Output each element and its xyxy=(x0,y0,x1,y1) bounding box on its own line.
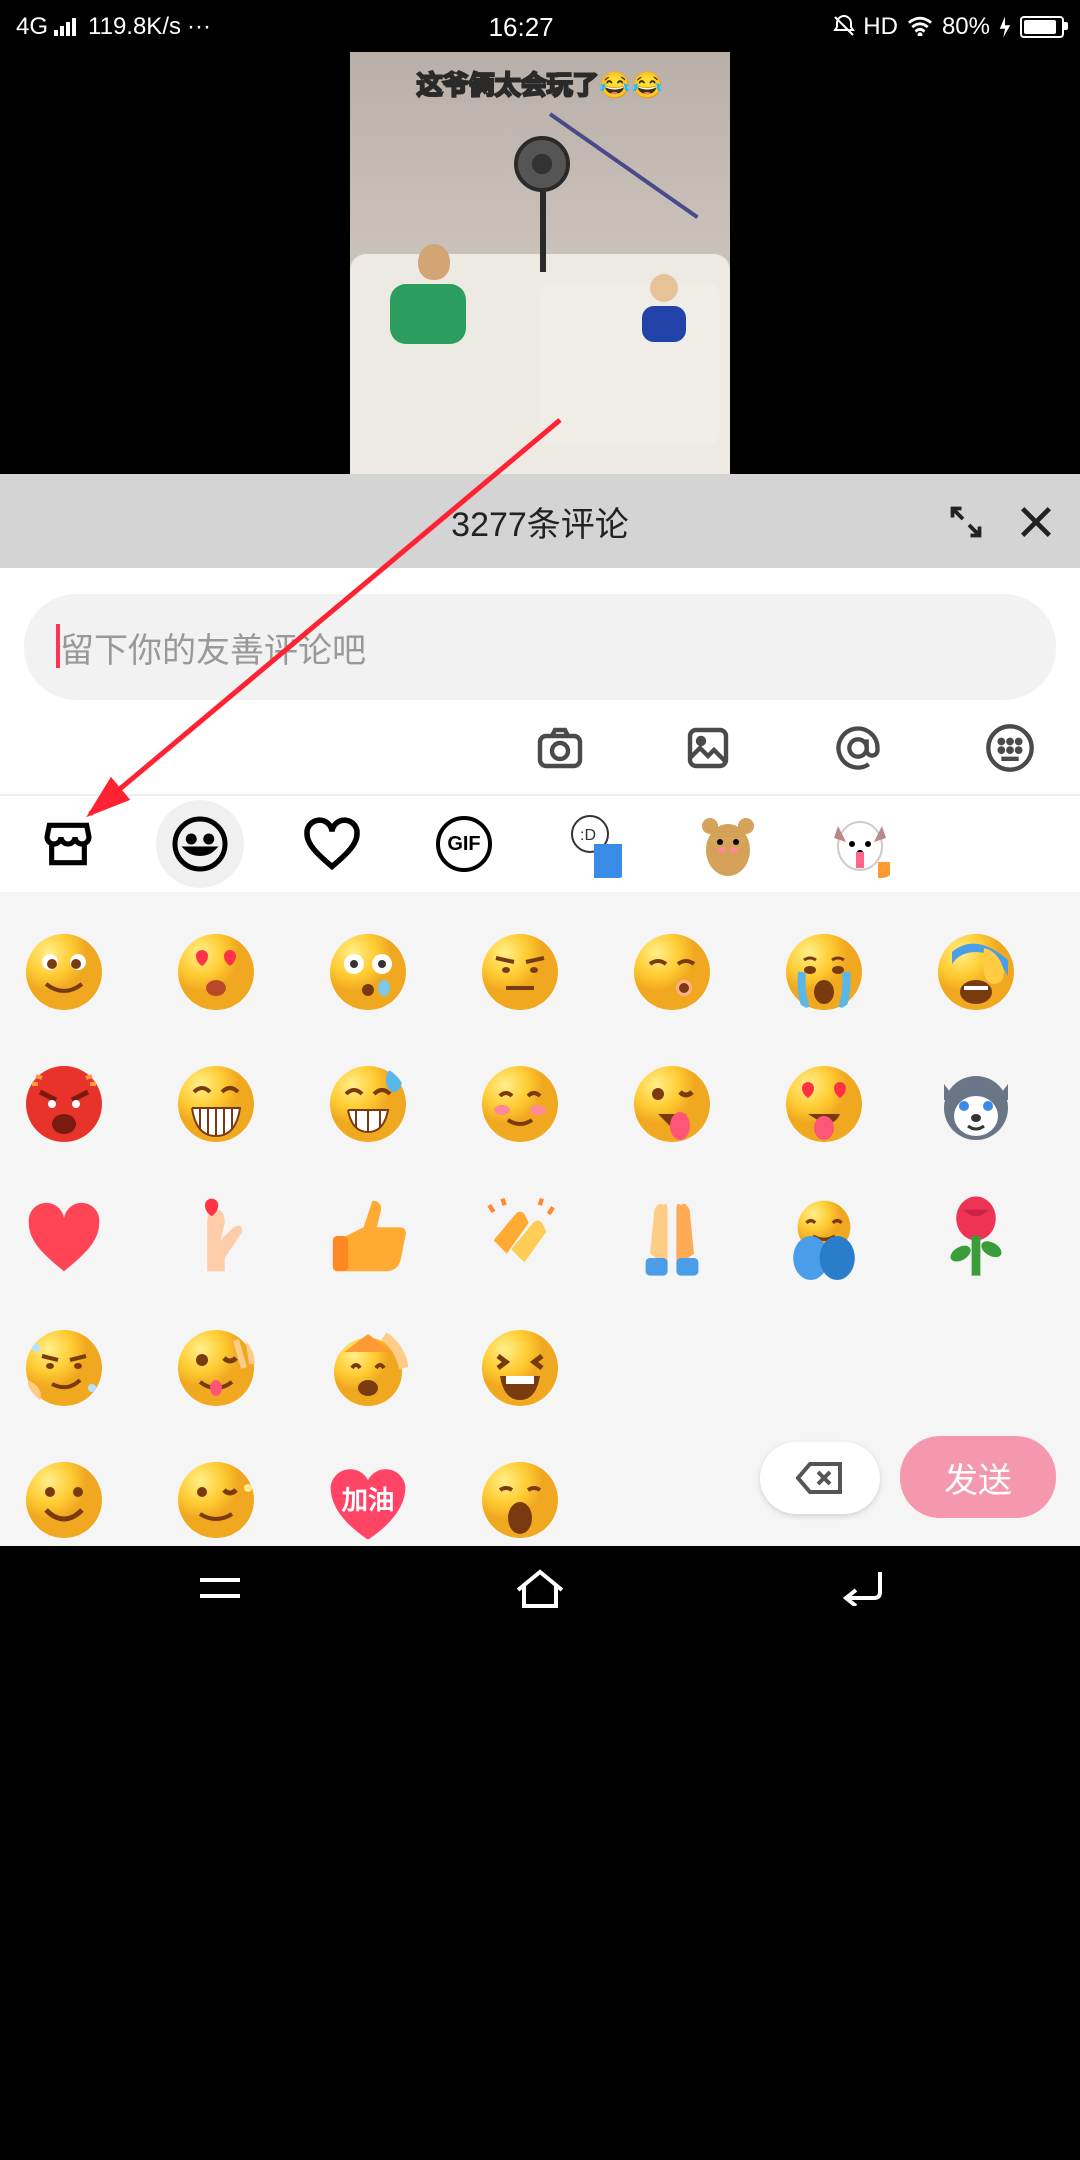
emoji-sweat-grin[interactable] xyxy=(324,1060,412,1148)
gallery-icon[interactable] xyxy=(684,723,732,771)
send-button[interactable]: 发送 xyxy=(900,1436,1056,1518)
video-caption: 这爷俩太会玩了😂😂 xyxy=(417,64,664,102)
wifi-icon xyxy=(906,16,934,36)
tab-smiley[interactable] xyxy=(156,800,244,888)
backspace-button[interactable] xyxy=(760,1441,880,1513)
emoji-angry[interactable] xyxy=(20,1060,108,1148)
svg-text:加油: 加油 xyxy=(342,1485,395,1515)
more-dots: ··· xyxy=(187,12,211,40)
battery-pct: 80% xyxy=(942,12,990,40)
gif-label: GIF xyxy=(436,816,492,872)
tab-store[interactable] xyxy=(24,800,112,888)
comment-count-title: 3277条评论 xyxy=(451,496,629,546)
emoji-facepalm[interactable] xyxy=(932,928,1020,1016)
at-icon[interactable] xyxy=(832,721,884,773)
camera-icon[interactable] xyxy=(536,723,584,771)
emoji-tongue-wink[interactable] xyxy=(628,1060,716,1148)
nav-back-icon[interactable] xyxy=(837,1570,885,1606)
emoji-pray[interactable] xyxy=(628,1192,716,1280)
nav-home-icon[interactable] xyxy=(514,1566,566,1610)
comment-input-area: 留下你的友善评论吧 xyxy=(0,568,1080,700)
emoji-party[interactable] xyxy=(324,1324,412,1412)
emoji-unamused[interactable] xyxy=(476,928,564,1016)
input-placeholder: 留下你的友善评论吧 xyxy=(60,622,366,672)
hd-label: HD xyxy=(863,12,898,40)
emoji-rose[interactable] xyxy=(932,1192,1020,1280)
emoji-surprised[interactable] xyxy=(324,928,412,1016)
emoji-love-tongue[interactable] xyxy=(780,1060,868,1148)
emoji-heart-eyes[interactable] xyxy=(172,928,260,1016)
emoji-happy[interactable] xyxy=(20,1456,108,1544)
emoji-clap[interactable] xyxy=(476,1192,564,1280)
emoji-empty xyxy=(628,1324,716,1412)
emoji-smile[interactable] xyxy=(20,928,108,1016)
emoji-wink[interactable] xyxy=(172,1456,260,1544)
battery-icon xyxy=(1020,15,1064,37)
emoji-jiayou[interactable]: 加油 xyxy=(324,1456,412,1544)
emoji-panel: 加油 发送 xyxy=(0,892,1080,1546)
svg-text::D: :D xyxy=(580,827,596,844)
emoji-tab-row: GIF :D xyxy=(0,796,1080,892)
comment-input[interactable]: 留下你的友善评论吧 xyxy=(24,594,1056,700)
nav-menu-icon[interactable] xyxy=(195,1572,243,1604)
data-speed: 119.8K/s xyxy=(88,12,181,40)
keyboard-icon[interactable] xyxy=(984,721,1036,773)
emoji-laugh-open[interactable] xyxy=(476,1324,564,1412)
video-frame: 这爷俩太会玩了😂😂 xyxy=(350,52,730,474)
expand-icon[interactable] xyxy=(948,503,984,539)
emoji-wink-v[interactable] xyxy=(172,1324,260,1412)
comment-sheet-header: 3277条评论 xyxy=(0,474,1080,568)
video-area[interactable]: 这爷俩太会玩了😂😂 xyxy=(0,52,1080,474)
close-icon[interactable] xyxy=(1016,501,1056,541)
emoji-empty xyxy=(932,1324,1020,1412)
emoji-yawn[interactable] xyxy=(476,1456,564,1544)
charge-icon xyxy=(998,15,1012,37)
emoji-thumbs-up[interactable] xyxy=(324,1192,412,1280)
emoji-empty xyxy=(780,1324,868,1412)
tab-gif[interactable]: GIF xyxy=(420,800,508,888)
tab-sticker-blue[interactable]: :D xyxy=(552,800,640,888)
emoji-cry[interactable] xyxy=(780,928,868,1016)
clock: 16:27 xyxy=(211,11,831,41)
emoji-hug[interactable] xyxy=(780,1192,868,1280)
network-type: 4G xyxy=(16,12,48,40)
emoji-pout[interactable] xyxy=(628,928,716,1016)
emoji-blush[interactable] xyxy=(476,1060,564,1148)
emoji-husky[interactable] xyxy=(932,1060,1020,1148)
mute-icon xyxy=(831,14,855,38)
emoji-red-heart[interactable] xyxy=(20,1192,108,1280)
signal-icon xyxy=(54,16,82,36)
status-bar: 4G 119.8K/s ··· 16:27 HD 80% xyxy=(0,0,1080,52)
tab-sticker-bear[interactable] xyxy=(684,800,772,888)
emoji-finger-heart[interactable] xyxy=(172,1192,260,1280)
tab-heart[interactable] xyxy=(288,800,376,888)
attachment-row xyxy=(0,700,1080,796)
emoji-grin[interactable] xyxy=(172,1060,260,1148)
emoji-smirk[interactable] xyxy=(20,1324,108,1412)
tab-sticker-dog[interactable] xyxy=(816,800,904,888)
system-nav-bar xyxy=(0,1546,1080,1630)
